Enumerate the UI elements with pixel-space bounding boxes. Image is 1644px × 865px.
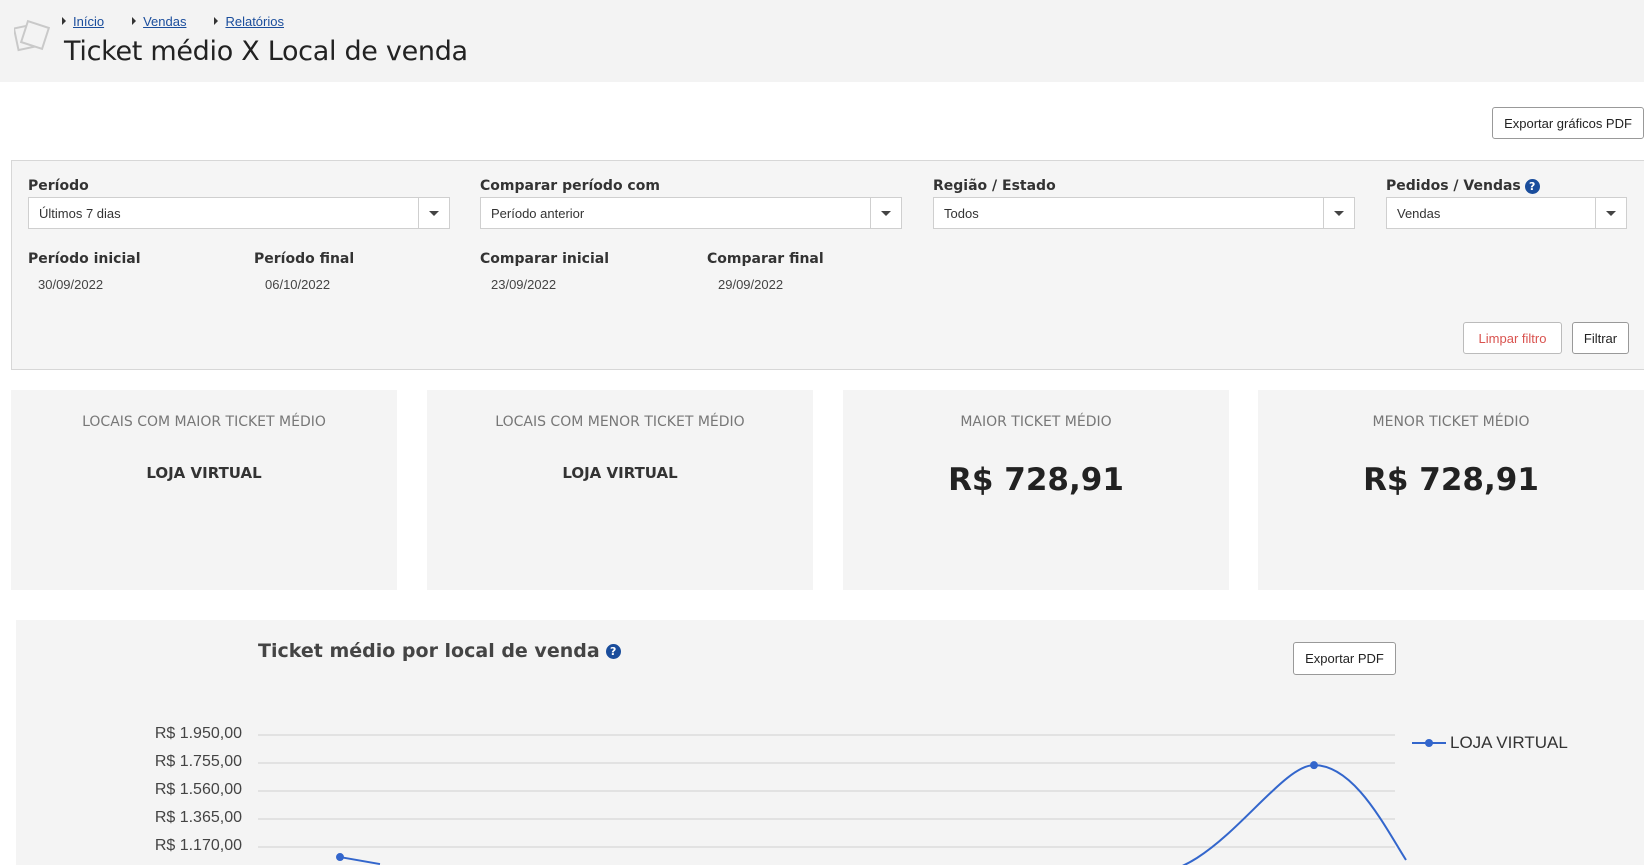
regiao-select[interactable]: Todos: [933, 197, 1355, 229]
legend-line-icon: [1412, 739, 1446, 747]
chart-title-text: Ticket médio por local de venda: [258, 640, 600, 662]
y-tick-label: R$ 1.365,00: [154, 809, 242, 826]
card-value: LOJA VIRTUAL: [146, 464, 262, 482]
comparar-final-input[interactable]: 29/09/2022: [718, 277, 783, 292]
export-charts-pdf-button[interactable]: Exportar gráficos PDF: [1492, 107, 1644, 139]
comparar-final-label: Comparar final: [707, 251, 824, 267]
regiao-label: Região / Estado: [933, 178, 1056, 194]
help-icon[interactable]: ?: [1524, 178, 1540, 194]
comparar-select[interactable]: Período anterior: [480, 197, 902, 229]
regiao-select-value: Todos: [944, 206, 979, 221]
y-tick-label: R$ 1.560,00: [154, 781, 242, 798]
caret-right-icon: [62, 17, 66, 25]
y-tick-label: R$ 1.950,00: [154, 725, 242, 742]
pedidos-select-value: Vendas: [1397, 206, 1441, 221]
periodo-final-label: Período final: [254, 251, 355, 267]
periodo-inicial-input[interactable]: 30/09/2022: [38, 277, 103, 292]
chevron-down-icon[interactable]: [870, 198, 901, 228]
breadcrumb-item-inicio: Início: [62, 14, 104, 29]
reports-logo-icon: [14, 19, 50, 52]
periodo-select-value: Últimos 7 dias: [39, 206, 121, 221]
breadcrumb-item-vendas: Vendas: [132, 14, 186, 29]
export-pdf-button[interactable]: Exportar PDF: [1293, 642, 1396, 675]
pedidos-label-text: Pedidos / Vendas: [1386, 178, 1521, 194]
caret-right-icon: [132, 17, 137, 25]
card-title: LOCAIS COM MAIOR TICKET MÉDIO: [82, 414, 326, 430]
breadcrumb-link-vendas[interactable]: Vendas: [143, 14, 186, 29]
card-value: LOJA VIRTUAL: [562, 464, 678, 482]
chevron-down-icon[interactable]: [1595, 198, 1626, 228]
chevron-down-icon[interactable]: [418, 198, 449, 228]
pedidos-select[interactable]: Vendas: [1386, 197, 1627, 229]
breadcrumb-link-inicio[interactable]: Início: [73, 14, 104, 29]
page-header: Início Vendas Relatórios Ticket médio X …: [0, 0, 1644, 82]
y-tick-label: R$ 1.755,00: [154, 753, 242, 770]
caret-right-icon: [214, 17, 219, 25]
periodo-label: Período: [28, 178, 89, 194]
comparar-inicial-label: Comparar inicial: [480, 251, 609, 267]
periodo-final-input[interactable]: 06/10/2022: [265, 277, 330, 292]
card-lowest-ticket-location: LOCAIS COM MENOR TICKET MÉDIO LOJA VIRTU…: [427, 390, 813, 590]
legend-label: LOJA VIRTUAL: [1450, 733, 1568, 752]
chart-title: Ticket médio por local de venda?: [258, 640, 621, 662]
periodo-inicial-label: Período inicial: [28, 251, 141, 267]
breadcrumb: Início Vendas Relatórios: [62, 12, 312, 30]
card-title: MENOR TICKET MÉDIO: [1372, 414, 1530, 430]
y-tick-label: R$ 1.170,00: [154, 837, 242, 854]
clear-filter-button[interactable]: Limpar filtro: [1463, 322, 1562, 354]
help-icon[interactable]: ?: [605, 644, 621, 659]
card-lowest-ticket: MENOR TICKET MÉDIO R$ 728,91: [1258, 390, 1644, 590]
card-value: R$ 728,91: [948, 462, 1124, 498]
comparar-label: Comparar período com: [480, 178, 660, 194]
comparar-select-value: Período anterior: [491, 206, 585, 221]
filter-button[interactable]: Filtrar: [1572, 322, 1629, 354]
card-highest-ticket: MAIOR TICKET MÉDIO R$ 728,91: [843, 390, 1229, 590]
filters-panel: Período Últimos 7 dias Comparar período …: [11, 160, 1644, 370]
comparar-inicial-input[interactable]: 23/09/2022: [491, 277, 556, 292]
breadcrumb-link-relatorios[interactable]: Relatórios: [225, 14, 284, 29]
pedidos-label: Pedidos / Vendas?: [1386, 178, 1540, 194]
card-highest-ticket-location: LOCAIS COM MAIOR TICKET MÉDIO LOJA VIRTU…: [11, 390, 397, 590]
periodo-select[interactable]: Últimos 7 dias: [28, 197, 450, 229]
page-title: Ticket médio X Local de venda: [64, 36, 468, 67]
card-value: R$ 728,91: [1363, 462, 1539, 498]
chevron-down-icon[interactable]: [1323, 198, 1354, 228]
card-title: LOCAIS COM MENOR TICKET MÉDIO: [495, 414, 745, 430]
chart-legend[interactable]: LOJA VIRTUAL: [1412, 733, 1568, 753]
breadcrumb-item-relatorios: Relatórios: [214, 14, 284, 29]
card-title: MAIOR TICKET MÉDIO: [960, 414, 1112, 430]
